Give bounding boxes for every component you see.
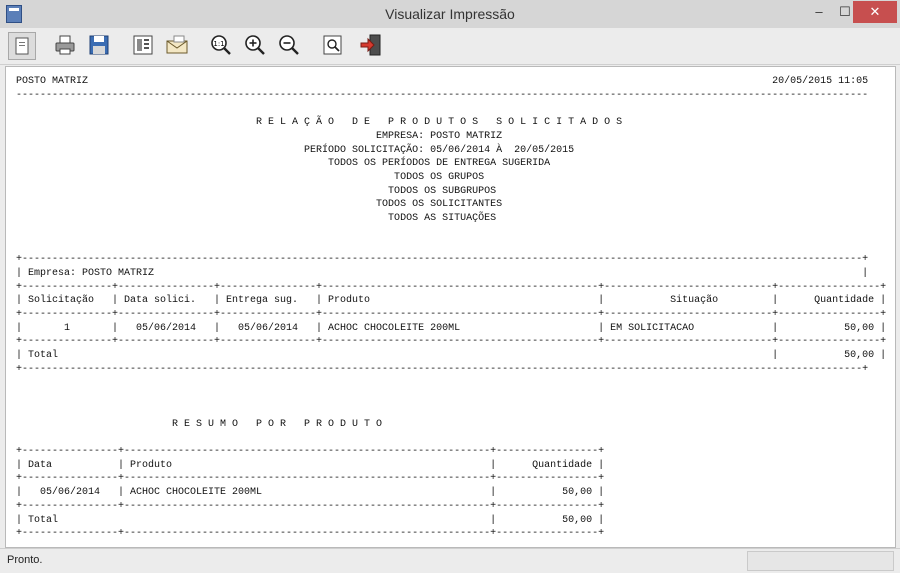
svg-text:1:1: 1:1 bbox=[213, 40, 224, 48]
exit-button[interactable] bbox=[358, 32, 384, 58]
exit-icon bbox=[360, 34, 381, 56]
title-bar: Visualizar Impressão – ☐ ✕ bbox=[0, 0, 900, 29]
zoom-actual-button[interactable]: 1:1 bbox=[208, 32, 234, 58]
status-text: Pronto. bbox=[7, 554, 43, 566]
printer-icon bbox=[55, 35, 75, 55]
zoom-out-icon bbox=[279, 35, 299, 55]
zoom-out-button[interactable] bbox=[276, 32, 302, 58]
close-button[interactable]: ✕ bbox=[853, 1, 897, 23]
page-view-button[interactable] bbox=[8, 32, 36, 60]
status-bar: Pronto. bbox=[0, 548, 900, 573]
setup-button[interactable] bbox=[130, 32, 156, 58]
mail-icon bbox=[166, 35, 188, 54]
zoom-in-icon bbox=[245, 35, 265, 55]
zoom-1to1-icon: 1:1 bbox=[211, 35, 231, 55]
zoom-in-button[interactable] bbox=[242, 32, 268, 58]
find-button[interactable] bbox=[320, 32, 346, 58]
status-panel bbox=[747, 551, 894, 571]
save-button[interactable] bbox=[86, 32, 112, 58]
mail-button[interactable] bbox=[164, 32, 190, 58]
print-preview-page: POSTO MATRIZ 20/05/2015 11:05 ----------… bbox=[5, 66, 896, 548]
page-icon bbox=[15, 37, 29, 55]
print-button[interactable] bbox=[52, 32, 78, 58]
toolbar: 1:1 bbox=[0, 28, 900, 65]
window-title: Visualizar Impressão bbox=[385, 6, 515, 22]
find-icon bbox=[323, 35, 342, 55]
save-icon bbox=[89, 35, 109, 55]
setup-icon bbox=[133, 35, 153, 55]
report-content: POSTO MATRIZ 20/05/2015 11:05 ----------… bbox=[16, 76, 887, 540]
